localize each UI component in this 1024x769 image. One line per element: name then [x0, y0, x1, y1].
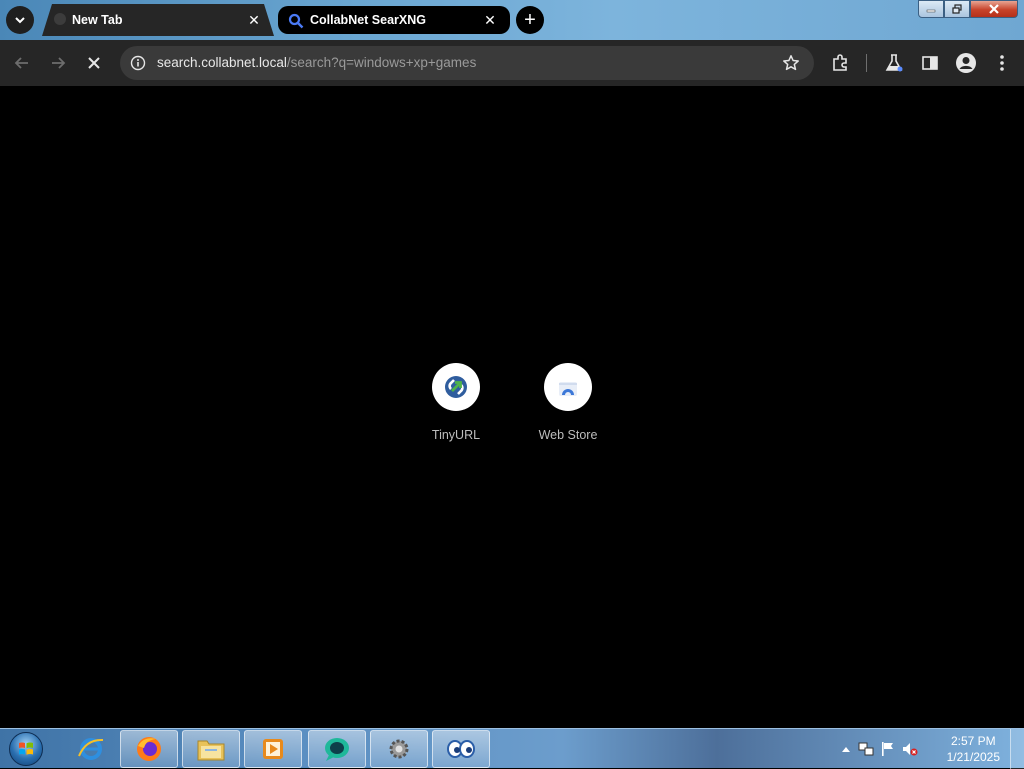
tab-title: CollabNet SearXNG [310, 13, 427, 27]
taskbar: 2:57 PM 1/21/2025 [0, 728, 1024, 769]
show-desktop-button[interactable] [1010, 729, 1024, 769]
back-arrow-icon [14, 57, 28, 69]
bookmark-star-icon[interactable] [782, 54, 800, 72]
url-text: search.collabnet.local/search?q=windows+… [157, 55, 476, 70]
media-player-icon[interactable] [244, 730, 302, 768]
toolbar-divider [866, 54, 867, 72]
tab-title: New Tab [72, 13, 123, 27]
address-bar[interactable]: search.collabnet.local/search?q=windows+… [120, 46, 814, 80]
minimize-icon [926, 9, 936, 13]
new-tab-button[interactable]: + [516, 6, 544, 34]
restore-icon [952, 4, 962, 14]
close-icon[interactable]: ✕ [482, 12, 498, 28]
window-controls [918, 0, 1020, 18]
url-host: search.collabnet.local [157, 55, 287, 70]
clock-time: 2:57 PM [950, 734, 996, 748]
forward-button[interactable] [44, 49, 72, 77]
shortcut-label: Web Store [538, 428, 598, 442]
menu-kebab-icon[interactable] [991, 52, 1013, 74]
close-icon [88, 57, 100, 69]
web-store-icon [544, 363, 592, 411]
new-tab-page: TinyURL Web Store [0, 86, 1024, 728]
action-center-flag-icon[interactable] [880, 741, 896, 757]
firefox-icon[interactable] [120, 730, 178, 768]
search-icon [288, 13, 304, 29]
tab-collabnet-searxng[interactable]: CollabNet SearXNG ✕ [278, 6, 510, 34]
back-button[interactable] [8, 49, 36, 77]
shortcut-tinyurl[interactable]: TinyURL [406, 363, 506, 442]
restore-button[interactable] [944, 0, 970, 18]
minimize-button[interactable] [918, 0, 944, 18]
taskbar-clock[interactable]: 2:57 PM 1/21/2025 [947, 733, 1000, 765]
tab-new-tab[interactable]: New Tab ✕ [42, 4, 274, 36]
side-panel-icon[interactable] [919, 52, 941, 74]
shortcut-label: TinyURL [431, 428, 481, 442]
extensions-icon[interactable] [829, 52, 851, 74]
close-icon [989, 4, 999, 14]
url-path: /search?q=windows+xp+games [286, 55, 477, 70]
new-tab-favicon-icon [52, 11, 68, 27]
chevron-down-icon [15, 17, 25, 24]
tab-search-button[interactable] [6, 6, 34, 34]
show-hidden-icons-icon[interactable] [838, 741, 854, 757]
forward-arrow-icon [52, 57, 66, 69]
site-info-icon[interactable] [130, 55, 146, 71]
stop-loading-button[interactable] [80, 49, 108, 77]
profile-avatar-icon[interactable] [955, 52, 977, 74]
eyes-app-icon[interactable] [432, 730, 490, 768]
close-window-button[interactable] [970, 0, 1018, 18]
system-tray: 2:57 PM 1/21/2025 [834, 729, 1024, 769]
tab-strip: New Tab ✕ CollabNet SearXNG ✕ + [0, 0, 1024, 40]
chat-app-icon[interactable] [308, 730, 366, 768]
tinyurl-icon [432, 363, 480, 411]
file-explorer-icon[interactable] [182, 730, 240, 768]
windows-start-orb-icon [9, 732, 43, 766]
labs-flask-icon[interactable] [883, 52, 905, 74]
shortcut-web-store[interactable]: Web Store [518, 363, 618, 442]
close-icon[interactable]: ✕ [246, 12, 262, 28]
clock-date: 1/21/2025 [946, 750, 1000, 764]
network-icon[interactable] [858, 741, 874, 757]
start-button[interactable] [6, 731, 46, 767]
volume-muted-icon[interactable] [902, 741, 918, 757]
internet-explorer-icon[interactable] [62, 730, 120, 768]
settings-gear-icon[interactable] [370, 730, 428, 768]
plus-icon: + [524, 8, 536, 31]
